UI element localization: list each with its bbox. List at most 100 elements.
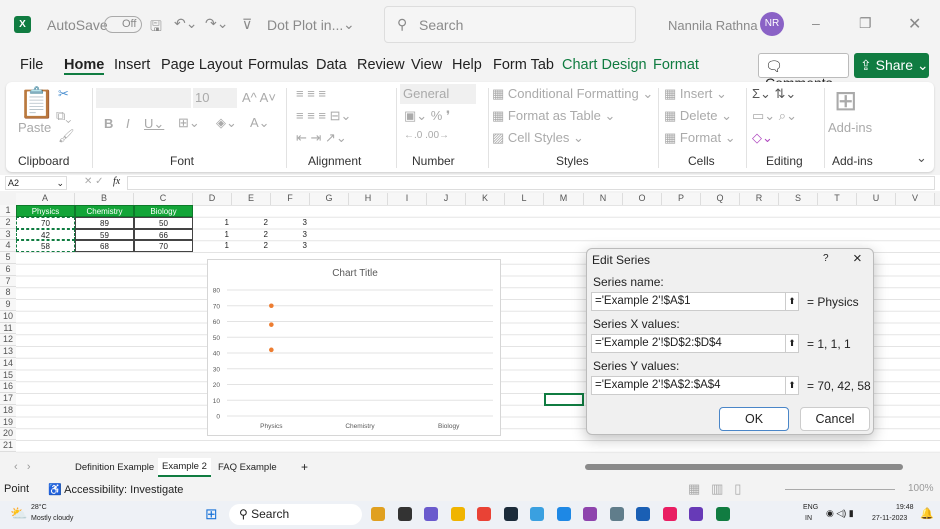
add-sheet-button[interactable]: + xyxy=(301,460,308,474)
tab-page-layout[interactable]: Page Layout xyxy=(161,57,242,73)
column-header-H[interactable]: H xyxy=(349,193,388,205)
row-header-20[interactable]: 20 xyxy=(0,428,16,440)
format-cells-button[interactable]: ▦ Format ⌄ xyxy=(664,130,736,146)
taskbar-app-icon[interactable] xyxy=(583,507,597,521)
taskbar-app-icon[interactable] xyxy=(609,507,624,521)
table-cell[interactable]: 59 xyxy=(75,228,134,241)
series-y-input[interactable]: ='Example 2'!$A$2:$A$4 xyxy=(591,376,787,395)
tab-formulas[interactable]: Formulas xyxy=(248,57,308,73)
currency-icon[interactable]: ▣⌄ % ❜ xyxy=(404,108,450,124)
row-header-5[interactable]: 5 xyxy=(0,252,16,264)
row-header-10[interactable]: 10 xyxy=(0,310,16,323)
sheet-tab[interactable]: Definition Example xyxy=(75,462,154,473)
row-header-3[interactable]: 3 xyxy=(0,228,16,241)
row-header-6[interactable]: 6 xyxy=(0,263,16,276)
indent-icon[interactable]: ⇤ ⇥ ↗⌄ xyxy=(296,130,347,146)
tab-home[interactable]: Home xyxy=(64,57,105,75)
tab-file[interactable]: File xyxy=(20,57,43,73)
name-box[interactable]: A2 ⌄ xyxy=(5,176,67,190)
row-header-15[interactable]: 15 xyxy=(0,369,16,382)
italic-icon[interactable]: I xyxy=(126,116,130,131)
tab-chart-design[interactable]: Chart Design xyxy=(562,57,647,73)
column-header-V[interactable]: V xyxy=(896,193,935,205)
column-header-J[interactable]: J xyxy=(427,193,466,205)
collapse-ribbon-icon[interactable]: ⌄ xyxy=(916,150,927,166)
table-cell[interactable]: 50 xyxy=(134,216,193,229)
taskbar-app-icon[interactable] xyxy=(715,507,730,521)
table-cell[interactable]: 70 xyxy=(16,216,75,229)
cell-value[interactable]: 2 xyxy=(232,240,271,252)
zoom-slider[interactable] xyxy=(785,489,895,490)
sheet-tab-active[interactable]: Example 2 xyxy=(158,458,211,477)
cell-value[interactable]: 2 xyxy=(232,217,271,229)
column-header-N[interactable]: N xyxy=(584,193,623,205)
range-picker-icon[interactable]: ⬆ xyxy=(785,376,799,395)
fill-icon[interactable]: ▭⌄ ⌕⌄ xyxy=(752,108,797,124)
cancel-check-icons[interactable]: ✕ ✓ xyxy=(84,176,104,187)
row-header-9[interactable]: 9 xyxy=(0,299,16,311)
fx-icon[interactable]: fx xyxy=(113,176,120,187)
tab-help[interactable]: Help xyxy=(452,57,482,73)
format-painter-icon[interactable]: 🖌 xyxy=(58,128,75,144)
row-header-17[interactable]: 17 xyxy=(0,393,16,405)
column-header-K[interactable]: K xyxy=(466,193,505,205)
minimize-icon[interactable]: – xyxy=(812,15,820,31)
taskbar-app-icon[interactable] xyxy=(397,507,412,521)
sheet-tab[interactable]: FAQ Example xyxy=(218,462,277,473)
column-header-S[interactable]: S xyxy=(779,193,818,205)
number-format-select[interactable]: General xyxy=(400,84,476,104)
format-as-table-button[interactable]: ▦ Format as Table ⌄ xyxy=(492,108,615,124)
comments-button[interactable]: 🗨Comments xyxy=(758,53,849,91)
grow-font-icon[interactable]: A^ A˅ xyxy=(242,90,276,105)
insert-cells-button[interactable]: ▦ Insert ⌄ xyxy=(664,86,727,102)
scroll-tabs-icons[interactable]: ‹ › xyxy=(14,461,31,473)
column-header-O[interactable]: O xyxy=(623,193,662,205)
bold-icon[interactable]: B xyxy=(104,116,113,131)
font-name-select[interactable] xyxy=(96,88,191,108)
decimal-icon[interactable]: ←.0 .00→ xyxy=(404,130,449,141)
accessibility-button[interactable]: ♿ Accessibility: Investigate xyxy=(48,483,183,496)
cell-value[interactable]: 3 xyxy=(271,240,310,252)
align-top-icon[interactable]: ≡ ≡ ≡ xyxy=(296,86,326,101)
start-icon[interactable]: ⊞ xyxy=(205,505,218,523)
row-header-14[interactable]: 14 xyxy=(0,357,16,370)
fill-color-icon[interactable]: ◈⌄ xyxy=(216,115,237,131)
close-button[interactable]: × xyxy=(853,250,862,267)
table-cell[interactable]: 70 xyxy=(134,240,193,252)
column-header-Q[interactable]: Q xyxy=(701,193,740,205)
delete-cells-button[interactable]: ▦ Delete ⌄ xyxy=(664,108,732,124)
clock-date[interactable]: 27-11-2023 xyxy=(872,515,907,522)
column-header-I[interactable]: I xyxy=(388,193,427,205)
row-header-16[interactable]: 16 xyxy=(0,381,16,393)
underline-icon[interactable]: U⌄ xyxy=(144,116,164,132)
column-header-C[interactable]: C xyxy=(134,193,193,205)
table-cell[interactable]: 68 xyxy=(75,240,134,252)
cell-value[interactable]: 1 xyxy=(193,229,232,241)
column-header-G[interactable]: G xyxy=(310,193,349,205)
chevron-down-icon[interactable]: ⌄ xyxy=(343,16,355,33)
undo-icon[interactable]: ↶⌄ xyxy=(174,15,197,32)
font-size-select[interactable]: 10 xyxy=(193,88,237,108)
column-header-P[interactable]: P xyxy=(662,193,701,205)
column-header-M[interactable]: M xyxy=(544,193,584,205)
row-header-2[interactable]: 2 xyxy=(0,216,16,229)
avatar[interactable]: NR xyxy=(760,12,784,36)
paste-icon[interactable]: 📋 xyxy=(18,86,55,121)
table-cell[interactable]: 66 xyxy=(134,228,193,241)
view-icons[interactable]: ▦ ▥ ▯ xyxy=(688,481,741,497)
autosum-icon[interactable]: Σ⌄ ⇅⌄ xyxy=(752,86,796,102)
row-header-12[interactable]: 12 xyxy=(0,334,16,346)
tab-form[interactable]: Form Tab xyxy=(493,57,554,73)
header-cell[interactable]: Physics xyxy=(16,205,75,217)
column-header-F[interactable]: F xyxy=(271,193,310,205)
language[interactable]: ENG xyxy=(803,504,818,511)
series-name-input[interactable]: ='Example 2'!$A$1 xyxy=(591,292,787,311)
clear-icon[interactable]: ◇⌄ xyxy=(752,130,773,146)
cell-styles-button[interactable]: ▨ Cell Styles ⌄ xyxy=(492,130,584,146)
range-picker-icon[interactable]: ⬆ xyxy=(785,334,799,353)
ok-button[interactable]: OK xyxy=(719,407,789,431)
help-button[interactable]: ? xyxy=(823,253,829,264)
header-cell[interactable]: Biology xyxy=(134,205,193,217)
autosave-toggle[interactable]: Off xyxy=(104,16,142,33)
column-header-B[interactable]: B xyxy=(75,193,134,205)
